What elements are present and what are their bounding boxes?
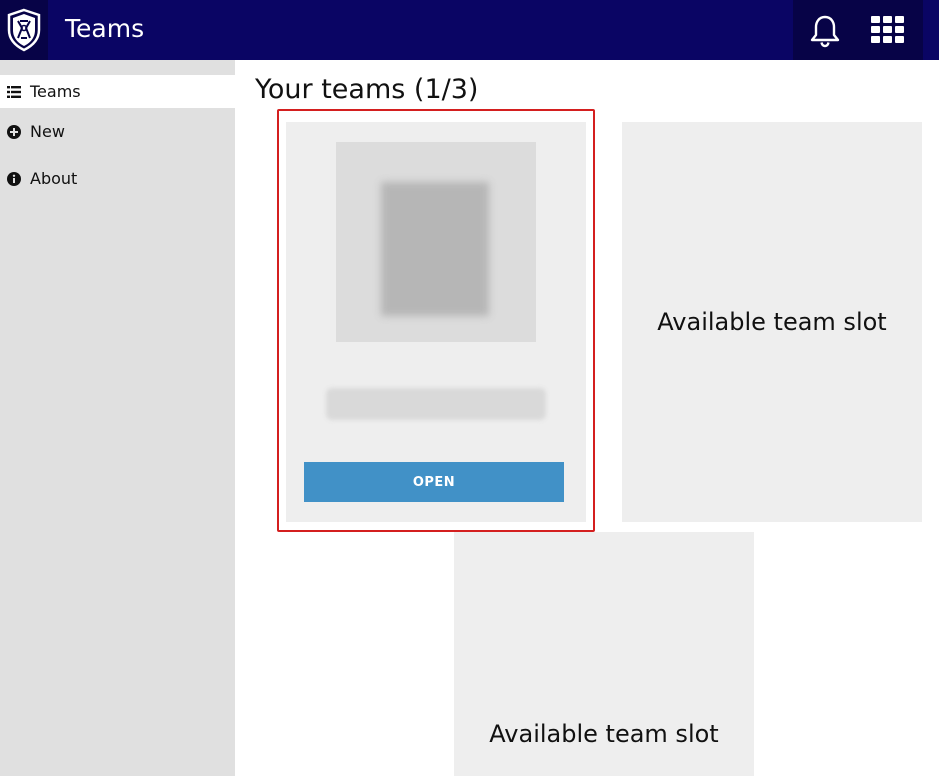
sidebar-item-about[interactable]: About — [0, 155, 235, 202]
page-title: Your teams (1/3) — [255, 74, 479, 105]
sidebar-item-new[interactable]: New — [0, 108, 235, 155]
sidebar: Teams New About — [0, 60, 235, 776]
list-icon — [6, 84, 22, 100]
grid-icon[interactable] — [868, 12, 908, 48]
team-card: OPEN — [286, 122, 586, 522]
slot-label: Available team slot — [657, 308, 887, 336]
team-avatar — [336, 142, 536, 342]
slot-label: Available team slot — [489, 720, 719, 748]
app-title: Teams — [65, 14, 145, 43]
sidebar-item-label: About — [30, 169, 78, 188]
plus-circle-icon — [6, 124, 22, 140]
sidebar-item-teams[interactable]: Teams — [0, 75, 235, 108]
open-team-button[interactable]: OPEN — [304, 462, 564, 502]
info-circle-icon — [6, 171, 22, 187]
available-team-slot[interactable]: Available team slot — [622, 122, 922, 522]
shield-logo-icon[interactable] — [0, 0, 48, 60]
bell-icon[interactable] — [806, 12, 844, 50]
app-header: Teams — [0, 0, 939, 60]
available-team-slot[interactable]: Available team slot — [454, 532, 754, 776]
sidebar-item-label: Teams — [30, 82, 81, 101]
team-name-redacted — [326, 388, 546, 420]
sidebar-item-label: New — [30, 122, 65, 141]
